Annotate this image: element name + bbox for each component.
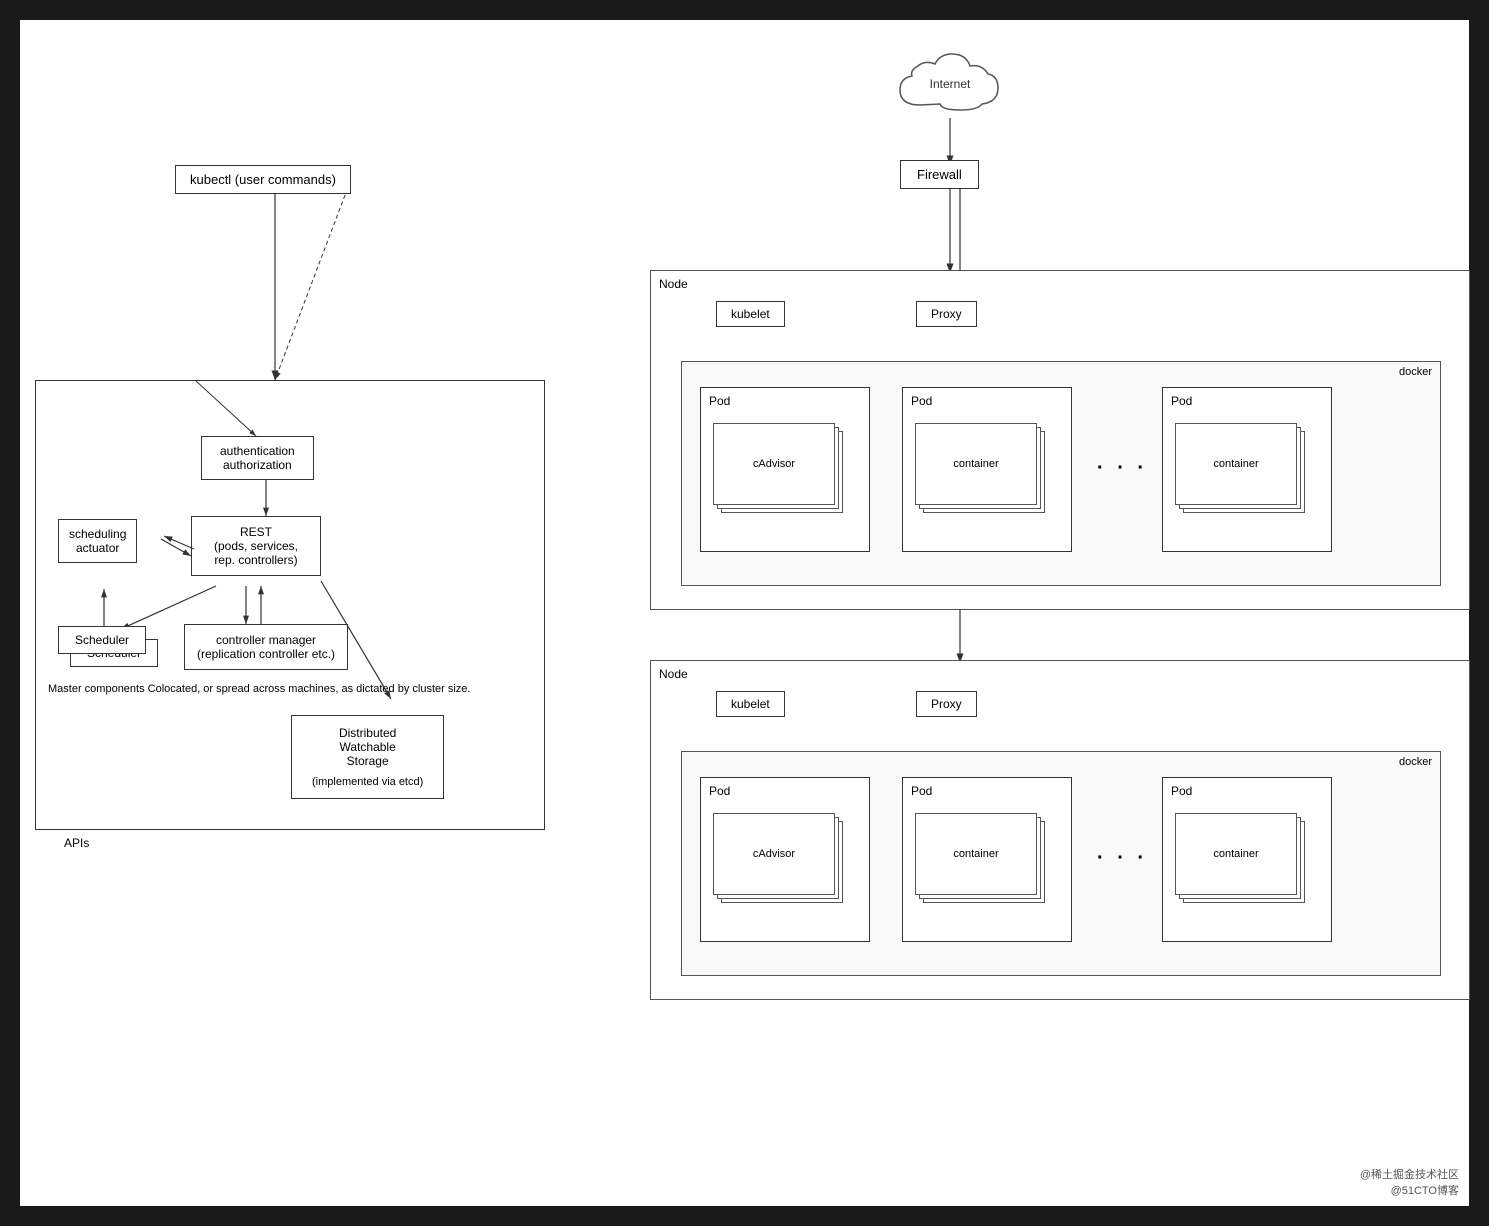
firewall-label: Firewall [917,167,962,182]
node1-pod2: Pod container [902,387,1072,552]
node1-label: Node [659,277,688,291]
node1-container3-stack: container [1175,423,1305,518]
apis-label: APIs [64,836,89,850]
node1-container2-stack: container [915,423,1045,518]
node2-docker-box: docker Pod cAdvisor Pod [681,751,1441,976]
node1-pod3: Pod container [1162,387,1332,552]
node2-pod1: Pod cAdvisor [700,777,870,942]
node2-docker-label: docker [1399,756,1432,768]
node1-docker-box: docker Pod cAdvisor Pod [681,361,1441,586]
node1-cadvisor-stack: cAdvisor [713,423,843,518]
master-components-box: APIs authenticationauthorization REST(po… [35,380,545,830]
node2-label: Node [659,667,688,681]
auth-box: authenticationauthorization [201,436,314,480]
watermark: @稀土掘金技术社区 @51CTO博客 [1360,1166,1459,1198]
node1-kubelet: kubelet [716,301,785,327]
internet-cloud: Internet [890,40,1010,120]
kubectl-label: kubectl (user commands) [190,172,336,187]
node2-proxy: Proxy [916,691,977,717]
storage-box: DistributedWatchableStorage (implemented… [291,715,444,799]
node2-cadvisor-stack: cAdvisor [713,813,843,908]
node2-pod3: Pod container [1162,777,1332,942]
node2-container3-stack: container [1175,813,1305,908]
firewall-box: Firewall [900,160,979,189]
controller-box: controller manager(replication controlle… [184,624,348,670]
node2-kubelet: kubelet [716,691,785,717]
node1-docker-label: docker [1399,366,1432,378]
node1-pod1: Pod cAdvisor [700,387,870,552]
node1-dots: · · · [1097,457,1148,480]
node2-pod2: Pod container [902,777,1072,942]
svg-text:Internet: Internet [930,77,971,91]
node2-box: Node kubelet Proxy docker Pod cAdvisor [650,660,1470,1000]
scheduling-box: schedulingactuator [58,519,137,563]
scheduler-outer: Scheduler [58,626,146,654]
node2-dots: · · · [1097,847,1148,870]
master-footer-label: Master components Colocated, or spread a… [48,681,470,699]
node2-container2-stack: container [915,813,1045,908]
kubectl-box: kubectl (user commands) [175,165,351,194]
rest-box: REST(pods, services,rep. controllers) [191,516,321,576]
node1-proxy: Proxy [916,301,977,327]
node1-box: Node kubelet Proxy docker Pod [650,270,1470,610]
